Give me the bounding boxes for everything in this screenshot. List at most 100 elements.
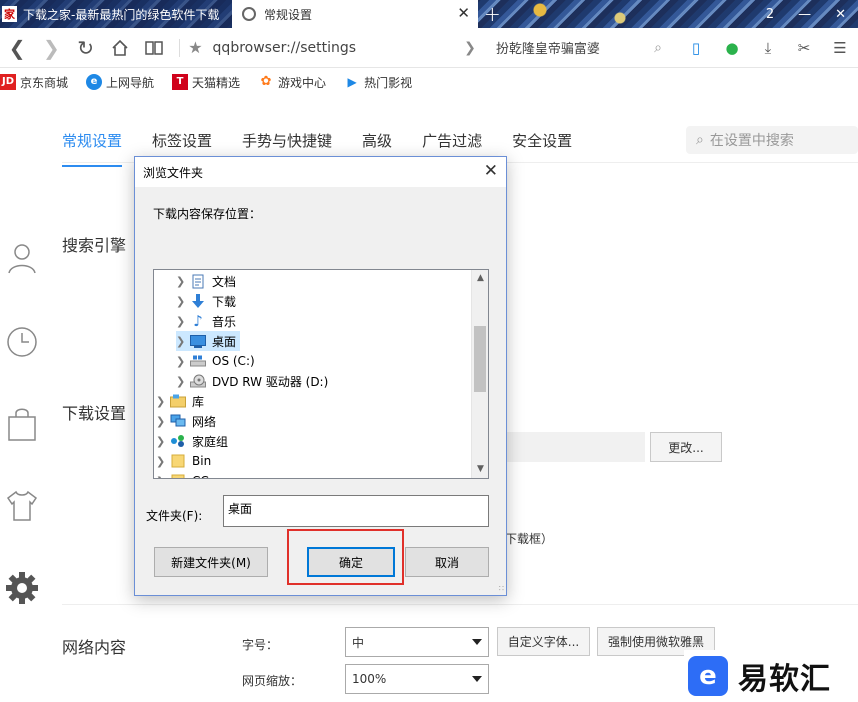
chevron-right-icon[interactable]: ❯	[176, 375, 190, 388]
resize-grip-icon[interactable]: ∷	[499, 584, 504, 593]
custom-font-button[interactable]: 自定义字体...	[497, 627, 590, 656]
home-icon	[112, 39, 128, 56]
tree-item-bin[interactable]: ❯ Bin	[156, 451, 211, 471]
folder-input[interactable]: 桌面	[223, 495, 489, 527]
section-web-content: 网络内容	[62, 638, 127, 657]
folder-icon	[170, 453, 186, 469]
scroll-up-icon[interactable]: ▲	[472, 270, 488, 287]
search-hint[interactable]: 扮乾隆皇帝骗富婆	[496, 38, 648, 57]
tree-item-os-c[interactable]: ❯ OS (C:)	[176, 351, 255, 371]
bookmark-videos[interactable]: ▶ 热门影视	[344, 74, 412, 91]
star-icon[interactable]: ★	[188, 38, 202, 57]
user-icon[interactable]	[4, 240, 40, 276]
url-field[interactable]: ★ qqbrowser://settings	[188, 38, 464, 57]
chevron-right-icon[interactable]: ❯	[156, 435, 170, 448]
minimize-button[interactable]: —	[786, 7, 823, 22]
chevron-right-icon[interactable]: ❯	[176, 295, 190, 308]
tree-item-desktop[interactable]: ❯ 桌面	[176, 331, 241, 351]
close-tab-icon[interactable]: ✕	[457, 4, 470, 22]
tree-item-cc[interactable]: ❯ CC	[156, 471, 209, 479]
chevron-right-icon[interactable]: ❯	[156, 475, 170, 479]
forward-button[interactable]: ❯	[34, 28, 68, 68]
bookmark-navigation[interactable]: e 上网导航	[86, 74, 154, 91]
tree-item-documents[interactable]: ❯ 文档	[176, 271, 236, 291]
bag-icon[interactable]	[4, 406, 40, 442]
window-count[interactable]: 2	[754, 7, 786, 22]
download-note: 下载框）	[505, 532, 554, 546]
tree-item-label: 音乐	[212, 314, 237, 329]
phone-icon[interactable]: ▯	[678, 39, 714, 57]
refresh-button[interactable]: ↻	[69, 28, 103, 68]
folder-icon	[170, 473, 186, 478]
tree-item-dvd-d[interactable]: ❯ DVD RW 驱动器 (D:)	[176, 371, 328, 391]
tree-item-label: Bin	[192, 454, 212, 468]
chevron-right-icon[interactable]: ❯	[156, 395, 170, 408]
desktop-icon	[190, 333, 206, 349]
dropdown-arrow-icon	[472, 676, 482, 682]
toolbar-icons: ▯ ● ⤓ ✂ ☰	[678, 39, 858, 57]
chevron-right-icon[interactable]: ❯	[156, 455, 170, 468]
tree-item-label: 下载	[212, 294, 237, 309]
search-icon[interactable]: ⌕	[654, 40, 662, 56]
chevron-right-icon[interactable]: ❯	[464, 40, 476, 56]
cancel-button[interactable]: 取消	[405, 547, 489, 577]
bookmark-label: 上网导航	[106, 75, 155, 90]
chevron-right-icon[interactable]: ❯	[176, 315, 190, 328]
scroll-down-icon[interactable]: ▼	[472, 461, 488, 478]
scrollbar-thumb[interactable]	[474, 326, 486, 392]
tree-item-network[interactable]: ❯ 网络	[156, 411, 216, 431]
url-text: qqbrowser://settings	[212, 39, 357, 56]
chevron-right-icon[interactable]: ❯	[156, 415, 170, 428]
new-tab-button[interactable]: +	[484, 2, 501, 26]
font-size-select[interactable]: 中	[345, 627, 489, 657]
address-bar: ❮ ❯ ↻ ★ qqbrowser://settings ❯ 扮乾隆皇帝骗富婆 …	[0, 28, 858, 68]
back-button[interactable]: ❮	[0, 28, 34, 68]
watermark-text: 易软汇	[738, 662, 831, 697]
tree-item-music[interactable]: ❯ ♪ 音乐	[176, 311, 236, 331]
tree-item-label: DVD RW 驱动器 (D:)	[212, 374, 329, 389]
shirt-icon[interactable]	[4, 488, 40, 524]
tree-item-downloads[interactable]: ❯ 下载	[176, 291, 236, 311]
tmall-icon: T	[172, 74, 189, 90]
chevron-right-icon[interactable]: ❯	[176, 335, 190, 348]
wechat-icon[interactable]: ●	[714, 39, 750, 57]
tab-downloads-home[interactable]: 家 下载之家-最新最热门的绿色软件下载	[0, 0, 232, 28]
history-icon[interactable]	[4, 324, 40, 360]
bookmark-games[interactable]: ✿ 游戏中心	[258, 74, 326, 91]
new-folder-button[interactable]: 新建文件夹(M)	[154, 547, 268, 577]
section-search-engine: 搜索引擎	[62, 236, 127, 255]
scissors-icon[interactable]: ✂	[786, 39, 822, 57]
tree-item-label: OS (C:)	[212, 354, 255, 368]
reader-button[interactable]	[137, 28, 171, 68]
bookmark-label: 游戏中心	[278, 75, 327, 90]
home-button[interactable]	[103, 28, 137, 68]
dialog-title: 浏览文件夹	[143, 165, 204, 180]
chevron-right-icon[interactable]: ❯	[176, 275, 190, 288]
tab-general-settings[interactable]: 常规设置 ✕	[232, 0, 478, 28]
tree-item-homegroup[interactable]: ❯ 家庭组	[156, 431, 228, 451]
gamepad-icon: ✿	[260, 74, 272, 89]
settings-search-input[interactable]: ⌕ 在设置中搜索	[686, 126, 858, 154]
change-download-path-button[interactable]: 更改...	[650, 432, 722, 462]
bookmark-tmall[interactable]: T 天猫精选	[172, 74, 240, 91]
tree-item-library[interactable]: ❯ 库	[156, 391, 204, 411]
close-window-button[interactable]: ✕	[823, 7, 858, 22]
zoom-value: 100%	[352, 672, 387, 686]
zoom-select[interactable]: 100%	[345, 664, 489, 694]
bookmark-jd[interactable]: JD 京东商城	[0, 74, 68, 91]
tree-item-label: CC	[192, 474, 209, 478]
download-icon[interactable]: ⤓	[750, 39, 786, 57]
close-icon[interactable]: ✕	[484, 161, 498, 181]
menu-icon[interactable]: ☰	[822, 39, 858, 57]
watermark-logo: e	[688, 656, 728, 696]
download-path-field[interactable]	[505, 432, 645, 462]
book-icon	[145, 40, 163, 55]
dialog-description: 下载内容保存位置：	[153, 207, 262, 221]
section-download: 下载设置	[62, 404, 127, 423]
settings-gear-icon[interactable]	[4, 570, 40, 606]
folder-tree[interactable]: ❯ 文档 ❯ 下载 ❯ ♪ 音乐 ❯ 桌面 ❯ OS (C:) ❯ DVD RW…	[153, 269, 489, 479]
chevron-right-icon[interactable]: ❯	[176, 355, 190, 368]
tab-label: 常规设置	[264, 7, 313, 22]
tree-scrollbar[interactable]: ▲ ▼	[471, 270, 488, 478]
divider	[179, 38, 181, 57]
